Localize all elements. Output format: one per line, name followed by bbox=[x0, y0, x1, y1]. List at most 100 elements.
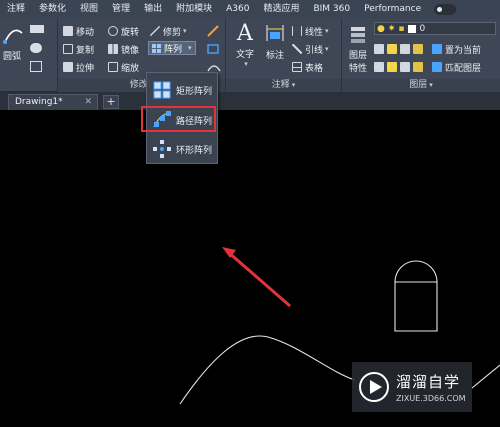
ribbon-toggle[interactable] bbox=[434, 4, 457, 15]
array-icon bbox=[152, 43, 161, 53]
annotation-title-text: 注释 bbox=[271, 80, 290, 90]
tab-output[interactable]: 输出 bbox=[137, 0, 169, 19]
arc-icon bbox=[3, 29, 23, 44]
leader-button[interactable]: 引线 ▾ bbox=[292, 42, 329, 56]
layer-dropdown[interactable]: ● ✷ ▪ 0 bbox=[374, 22, 496, 35]
close-icon[interactable]: ✕ bbox=[84, 95, 92, 110]
polar-array-label: 环形阵列 bbox=[176, 145, 213, 156]
table-button[interactable]: 表格 bbox=[292, 60, 323, 74]
tab-annotate[interactable]: 注释 bbox=[0, 0, 32, 19]
layer-freeze-icon[interactable] bbox=[400, 44, 410, 54]
rotate-label: 旋转 bbox=[121, 27, 140, 38]
arc-button[interactable]: 圆弧 bbox=[0, 49, 24, 62]
lock-icon: ▪ bbox=[398, 23, 405, 34]
document-tab-label: Drawing1* bbox=[15, 97, 63, 107]
layer-properties-label-2: 特性 bbox=[348, 64, 367, 74]
dimension-button[interactable]: 标注 bbox=[262, 21, 288, 61]
scale-icon bbox=[108, 62, 118, 72]
layers-panel-title: 图层 ▾ bbox=[342, 79, 500, 92]
sun-icon: ✷ bbox=[387, 23, 396, 34]
rotate-icon bbox=[108, 26, 118, 36]
tab-view[interactable]: 视图 bbox=[73, 0, 105, 19]
array-caret[interactable]: ▾ bbox=[188, 44, 192, 52]
annotation-panel: A 文字 ▾ 标注 线性 ▾ 引线 ▾ 表格 注释 ▾ bbox=[226, 19, 342, 92]
annotation-panel-title: 注释 ▾ bbox=[226, 79, 341, 92]
annotation-arrow bbox=[227, 250, 291, 308]
match-layer-label: 匹配图层 bbox=[445, 63, 482, 74]
array-label: 阵列 bbox=[164, 44, 183, 55]
match-layer-button[interactable]: 匹配图层 bbox=[432, 60, 481, 74]
layer-properties-icon bbox=[351, 27, 365, 43]
stretch-button[interactable]: 拉伸 bbox=[63, 60, 94, 74]
mirror-button[interactable]: 镜像 bbox=[108, 42, 139, 56]
copy-button[interactable]: 复制 bbox=[63, 42, 94, 56]
layers-panel: 图层 特性 ● ✷ ▪ 0 置为当前 匹配图层 图层 ▾ bbox=[342, 19, 500, 92]
scale-label: 缩放 bbox=[121, 63, 140, 74]
dimension-label: 标注 bbox=[265, 51, 284, 61]
layer-lock-icon[interactable] bbox=[413, 44, 423, 54]
polar-array-item[interactable]: 环形阵列 bbox=[149, 136, 217, 162]
path-curve[interactable] bbox=[179, 335, 356, 405]
layer-on-icon[interactable] bbox=[374, 62, 384, 72]
set-current-button[interactable]: 置为当前 bbox=[432, 42, 481, 56]
boundary-icon[interactable] bbox=[30, 61, 42, 72]
text-label: 文字 bbox=[235, 50, 254, 60]
stretch-label: 拉伸 bbox=[76, 63, 95, 74]
layer-tools-row-2 bbox=[374, 60, 426, 74]
stretch-icon bbox=[63, 62, 73, 72]
copy-icon bbox=[63, 44, 73, 54]
text-button[interactable]: A 文字 ▾ bbox=[232, 21, 258, 68]
tab-a360[interactable]: A360 bbox=[219, 0, 256, 19]
text-caret: ▾ bbox=[244, 60, 248, 68]
layer-properties-button[interactable]: 图层 特性 bbox=[346, 25, 370, 74]
trim-button[interactable]: 修剪 ▾ bbox=[150, 24, 187, 38]
tab-performance[interactable]: Performance bbox=[357, 0, 428, 19]
linear-icon bbox=[292, 26, 302, 36]
explode-icon[interactable] bbox=[206, 43, 222, 55]
layer-unlock-icon[interactable] bbox=[413, 62, 423, 72]
rect-array-item[interactable]: 矩形阵列 bbox=[149, 77, 217, 103]
linear-dimension-button[interactable]: 线性 ▾ bbox=[292, 24, 329, 38]
move-icon bbox=[63, 26, 73, 36]
leader-icon bbox=[292, 44, 302, 54]
ribbon: 圆弧 移动 旋转 修剪▾ 复制 镜像 圆角▾ bbox=[0, 19, 500, 92]
text-icon: A bbox=[237, 21, 253, 46]
layer-properties-label-1: 图层 bbox=[348, 51, 367, 61]
layer-isolate-icon[interactable] bbox=[387, 44, 397, 54]
document-tab-bar: Drawing1* ✕ + bbox=[0, 92, 500, 110]
path-curve-tail[interactable] bbox=[471, 364, 500, 389]
copy-label: 复制 bbox=[76, 45, 95, 56]
match-layer-icon bbox=[432, 62, 442, 72]
document-tab[interactable]: Drawing1* ✕ bbox=[8, 94, 98, 110]
rectangle-icon[interactable] bbox=[30, 25, 44, 33]
move-button[interactable]: 移动 bbox=[63, 24, 94, 38]
new-tab-button[interactable]: + bbox=[103, 95, 119, 109]
layer-unisolate-icon[interactable] bbox=[387, 62, 397, 72]
highlight-box bbox=[141, 106, 216, 132]
mirror-icon bbox=[108, 44, 118, 54]
trim-icon bbox=[150, 26, 160, 36]
hatch-icon[interactable] bbox=[30, 43, 42, 53]
tab-addins[interactable]: 附加模块 bbox=[169, 0, 219, 19]
tab-parametric[interactable]: 参数化 bbox=[32, 0, 73, 19]
tab-featured-apps[interactable]: 精选应用 bbox=[256, 0, 306, 19]
tab-bim360[interactable]: BIM 360 bbox=[306, 0, 357, 19]
layer-thaw-icon[interactable] bbox=[400, 62, 410, 72]
layer-tools-row-1 bbox=[374, 42, 426, 56]
scale-button[interactable]: 缩放 bbox=[108, 60, 139, 74]
layer-color-swatch bbox=[407, 24, 416, 33]
watermark-title: 溜溜自学 bbox=[396, 373, 461, 391]
array-button[interactable]: 阵列 ▾ bbox=[148, 41, 196, 55]
layer-off-icon[interactable] bbox=[374, 44, 384, 54]
tab-manage[interactable]: 管理 bbox=[105, 0, 137, 19]
erase-icon[interactable] bbox=[206, 25, 222, 37]
arched-shape[interactable] bbox=[394, 260, 438, 332]
rotate-button[interactable]: 旋转 bbox=[108, 24, 139, 38]
rect-array-label: 矩形阵列 bbox=[176, 86, 213, 97]
current-layer-name: 0 bbox=[419, 23, 426, 34]
table-label: 表格 bbox=[305, 63, 324, 74]
layers-title-text: 图层 bbox=[409, 80, 428, 90]
polar-array-icon bbox=[152, 139, 172, 159]
set-current-icon bbox=[432, 44, 442, 54]
table-icon bbox=[292, 62, 302, 72]
